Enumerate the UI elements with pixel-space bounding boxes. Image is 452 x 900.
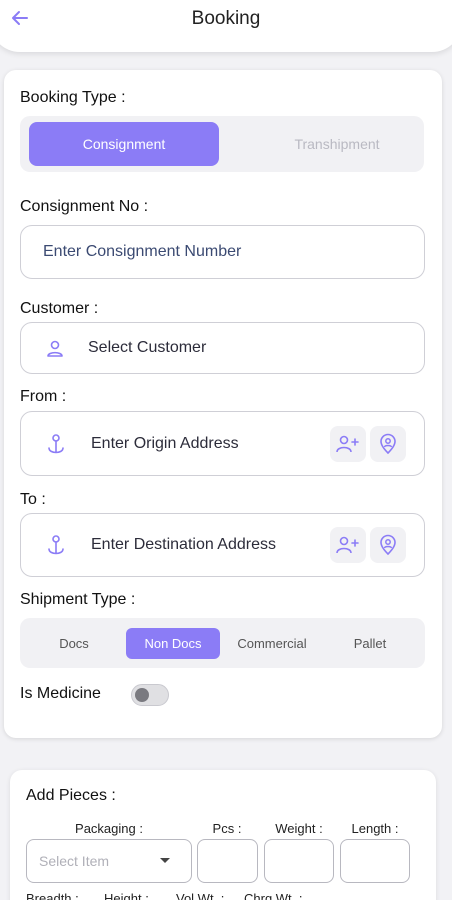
- origin-address-placeholder: Enter Origin Address: [91, 435, 239, 452]
- packaging-select[interactable]: Select Item: [26, 839, 192, 883]
- consignment-number-input[interactable]: Enter Consignment Number: [20, 225, 425, 279]
- origin-add-contact-button[interactable]: [330, 426, 366, 462]
- customer-select[interactable]: Select Customer: [20, 322, 425, 374]
- shipment-type-docs[interactable]: Docs: [28, 628, 120, 659]
- toggle-knob: [135, 688, 149, 702]
- shipment-type-commercial[interactable]: Commercial: [224, 628, 320, 659]
- destination-address-placeholder: Enter Destination Address: [91, 536, 276, 553]
- booking-type-consignment[interactable]: Consignment: [29, 122, 219, 166]
- shipment-type-pallet[interactable]: Pallet: [324, 628, 416, 659]
- booking-type-transhipment[interactable]: Transhipment: [242, 122, 432, 166]
- customer-placeholder: Select Customer: [88, 339, 207, 356]
- add-user-icon: [336, 536, 359, 554]
- add-pieces-title: Add Pieces :: [26, 787, 116, 804]
- anchor-pin-icon: [45, 433, 67, 457]
- chevron-down-icon: [160, 858, 170, 863]
- destination-address-input[interactable]: Enter Destination Address: [20, 513, 425, 577]
- weight-input[interactable]: [264, 839, 334, 883]
- weight-label: Weight :: [275, 821, 323, 836]
- customer-label: Customer :: [20, 300, 99, 317]
- location-pin-icon: [380, 534, 396, 556]
- destination-add-contact-button[interactable]: [330, 527, 366, 563]
- length-label: Length :: [351, 821, 399, 836]
- packaging-placeholder: Select Item: [39, 853, 110, 869]
- packaging-label: Packaging :: [75, 821, 143, 836]
- breadth-label: Breadth :: [26, 891, 79, 900]
- shipment-type-segmented: Docs Non Docs Commercial Pallet: [20, 618, 425, 668]
- user-icon: [45, 339, 65, 359]
- booking-type-segmented: Consignment Transhipment: [20, 116, 424, 172]
- is-medicine-label: Is Medicine: [20, 685, 101, 702]
- height-label: Height :: [104, 891, 149, 900]
- is-medicine-toggle[interactable]: [131, 684, 169, 706]
- anchor-pin-icon: [45, 534, 67, 558]
- pcs-label: Pcs :: [212, 821, 242, 836]
- add-user-icon: [336, 435, 359, 453]
- destination-locate-button[interactable]: [370, 527, 406, 563]
- booking-type-label: Booking Type :: [20, 89, 126, 106]
- shipment-type-label: Shipment Type :: [20, 591, 136, 608]
- vol-wt-label: Vol.Wt. :: [176, 891, 225, 900]
- consignment-number-placeholder: Enter Consignment Number: [43, 243, 242, 260]
- pcs-input[interactable]: [197, 839, 258, 883]
- page-title: Booking: [191, 8, 261, 29]
- consignment-no-label: Consignment No :: [20, 198, 149, 215]
- chrg-wt-label: Chrg.Wt. :: [244, 891, 303, 900]
- from-label: From :: [20, 388, 67, 405]
- origin-address-input[interactable]: Enter Origin Address: [20, 411, 425, 476]
- location-pin-icon: [380, 433, 396, 455]
- to-label: To :: [20, 491, 46, 508]
- origin-locate-button[interactable]: [370, 426, 406, 462]
- length-input[interactable]: [340, 839, 410, 883]
- shipment-type-non-docs[interactable]: Non Docs: [126, 628, 220, 659]
